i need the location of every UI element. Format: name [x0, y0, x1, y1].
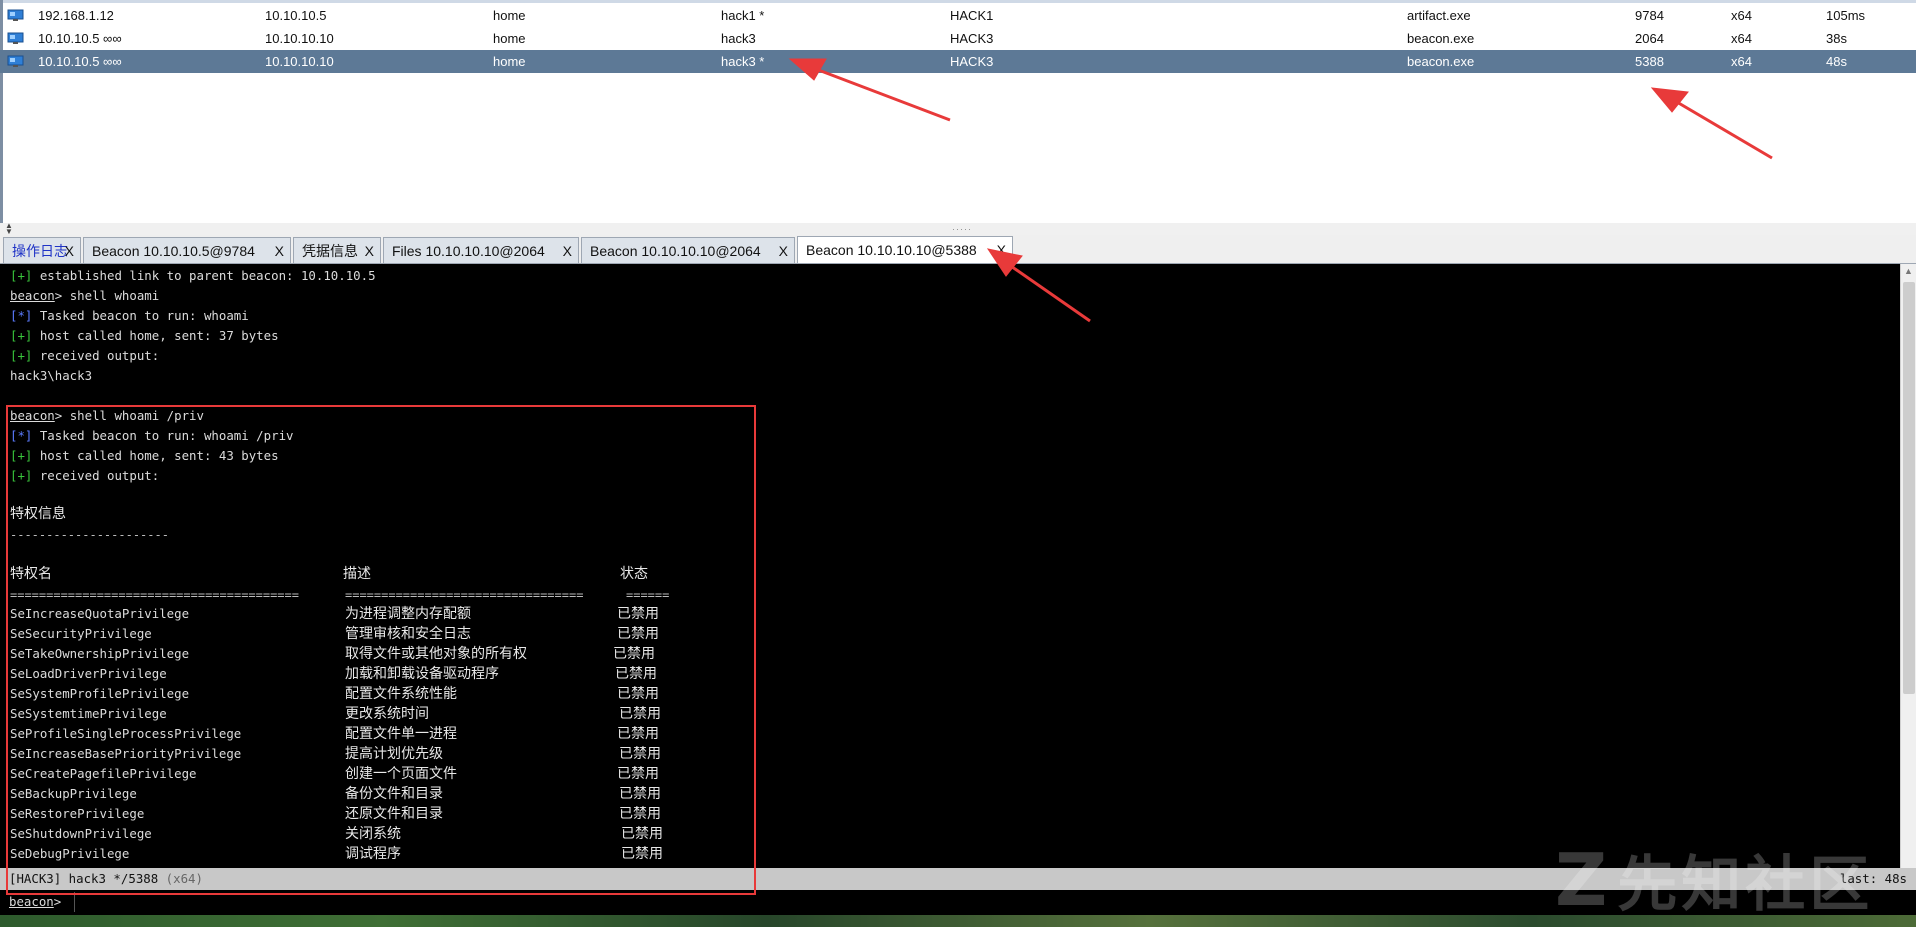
tab-beacon-5388[interactable]: Beacon 10.10.10.10@5388 X: [797, 236, 1013, 263]
console-scrollbar[interactable]: ▲: [1900, 264, 1916, 868]
cell-external: 10.10.10.5 ∞∞: [38, 54, 122, 69]
cell-arch: x64: [1731, 54, 1752, 69]
collapse-arrows-icon[interactable]: ▲ ▼: [5, 222, 13, 236]
console-line: [+] host called home, sent: 37 bytes: [10, 328, 279, 343]
tab-label: 操作日志: [12, 243, 68, 259]
cell-user: hack3: [721, 31, 756, 46]
cell-process: beacon.exe: [1407, 54, 1475, 69]
cell-arch: x64: [1731, 31, 1752, 46]
session-row[interactable]: 192.168.1.12 10.10.10.5 home hack1 * HACK1 ar…: [0, 4, 1916, 27]
console-line: [+] received output:: [10, 348, 160, 363]
tab-bar: 操作日志 X Beacon 10.10.10.5@9784 X 凭据信息 X F…: [0, 235, 1916, 264]
cell-internal: 10.10.10.10: [265, 31, 334, 46]
cell-last: 48s: [1826, 54, 1847, 69]
cell-user: hack3 *: [721, 54, 765, 69]
cell-pid: 5388: [1635, 54, 1664, 69]
tab-beacon-2064[interactable]: Beacon 10.10.10.10@2064 X: [581, 237, 795, 263]
sessions-table: 192.168.1.12 10.10.10.5 home hack1 * HACK1 ar…: [0, 0, 1916, 224]
tab-close-icon[interactable]: X: [997, 237, 1006, 263]
computer-monitor-icon: [7, 55, 24, 67]
tab-label: Files 10.10.10.10@2064: [392, 243, 545, 259]
tab-label: Beacon 10.10.10.10@2064: [590, 243, 761, 259]
console-line: [*] Tasked beacon to run: whoami: [10, 308, 249, 323]
tab-close-icon[interactable]: X: [275, 238, 284, 264]
tab-close-icon[interactable]: X: [563, 238, 572, 264]
cell-pid: 9784: [1635, 8, 1664, 23]
cell-listener: home: [493, 31, 526, 46]
console-output: hack3\hack3: [10, 368, 93, 383]
cell-internal: 10.10.10.5: [265, 8, 327, 23]
computer-monitor-icon: [7, 9, 24, 21]
input-prompt: beacon>: [9, 894, 62, 909]
cell-process: beacon.exe: [1407, 31, 1475, 46]
watermark-z-icon: Z: [1555, 838, 1612, 922]
watermark-logo: Z 先知社区: [1555, 838, 1874, 922]
tab-beacon-9784[interactable]: Beacon 10.10.10.5@9784 X: [83, 237, 291, 263]
cell-last: 105ms: [1826, 8, 1866, 23]
cell-pid: 2064: [1635, 31, 1664, 46]
cell-internal: 10.10.10.10: [265, 54, 334, 69]
scrollbar-thumb[interactable]: [1903, 282, 1915, 694]
session-row[interactable]: 10.10.10.5 ∞∞ 10.10.10.10 home hack3 * HACK3…: [0, 50, 1916, 73]
scroll-up-icon[interactable]: ▲: [1904, 266, 1913, 276]
cell-computer: HACK3: [950, 31, 994, 46]
splitter-grip-icon[interactable]: ·····: [952, 225, 972, 234]
tab-close-icon[interactable]: X: [365, 238, 374, 264]
cell-computer: HACK3: [950, 54, 994, 69]
cell-external: 192.168.1.12: [38, 8, 114, 23]
tab-label: Beacon 10.10.10.5@9784: [92, 243, 255, 259]
tab-label: 凭据信息: [302, 243, 358, 259]
cell-external: 10.10.10.5 ∞∞: [38, 31, 122, 46]
tab-credentials[interactable]: 凭据信息 X: [293, 237, 381, 263]
cell-computer: HACK1: [950, 8, 994, 23]
cell-listener: home: [493, 8, 526, 23]
tab-label: Beacon 10.10.10.10@5388: [806, 242, 977, 258]
cell-listener: home: [493, 54, 526, 69]
highlight-box: [6, 405, 756, 895]
tab-event-log[interactable]: 操作日志 X: [3, 237, 81, 263]
tab-close-icon[interactable]: X: [65, 238, 74, 264]
cell-process: artifact.exe: [1407, 8, 1471, 23]
session-row[interactable]: 10.10.10.5 ∞∞ 10.10.10.10 home hack3 HACK3 be…: [0, 27, 1916, 50]
table-header-strip: [0, 0, 1916, 3]
cell-arch: x64: [1731, 8, 1752, 23]
cell-last: 38s: [1826, 31, 1847, 46]
tab-close-icon[interactable]: X: [779, 238, 788, 264]
computer-monitor-icon: [7, 32, 24, 44]
console-line: [+] established link to parent beacon: 1…: [10, 268, 376, 283]
console-command-line: beacon> shell whoami: [10, 288, 160, 303]
cell-user: hack1 *: [721, 8, 765, 23]
tab-files-2064[interactable]: Files 10.10.10.10@2064 X: [383, 237, 579, 263]
pane-splitter[interactable]: ▲ ▼ ·····: [0, 222, 1916, 236]
